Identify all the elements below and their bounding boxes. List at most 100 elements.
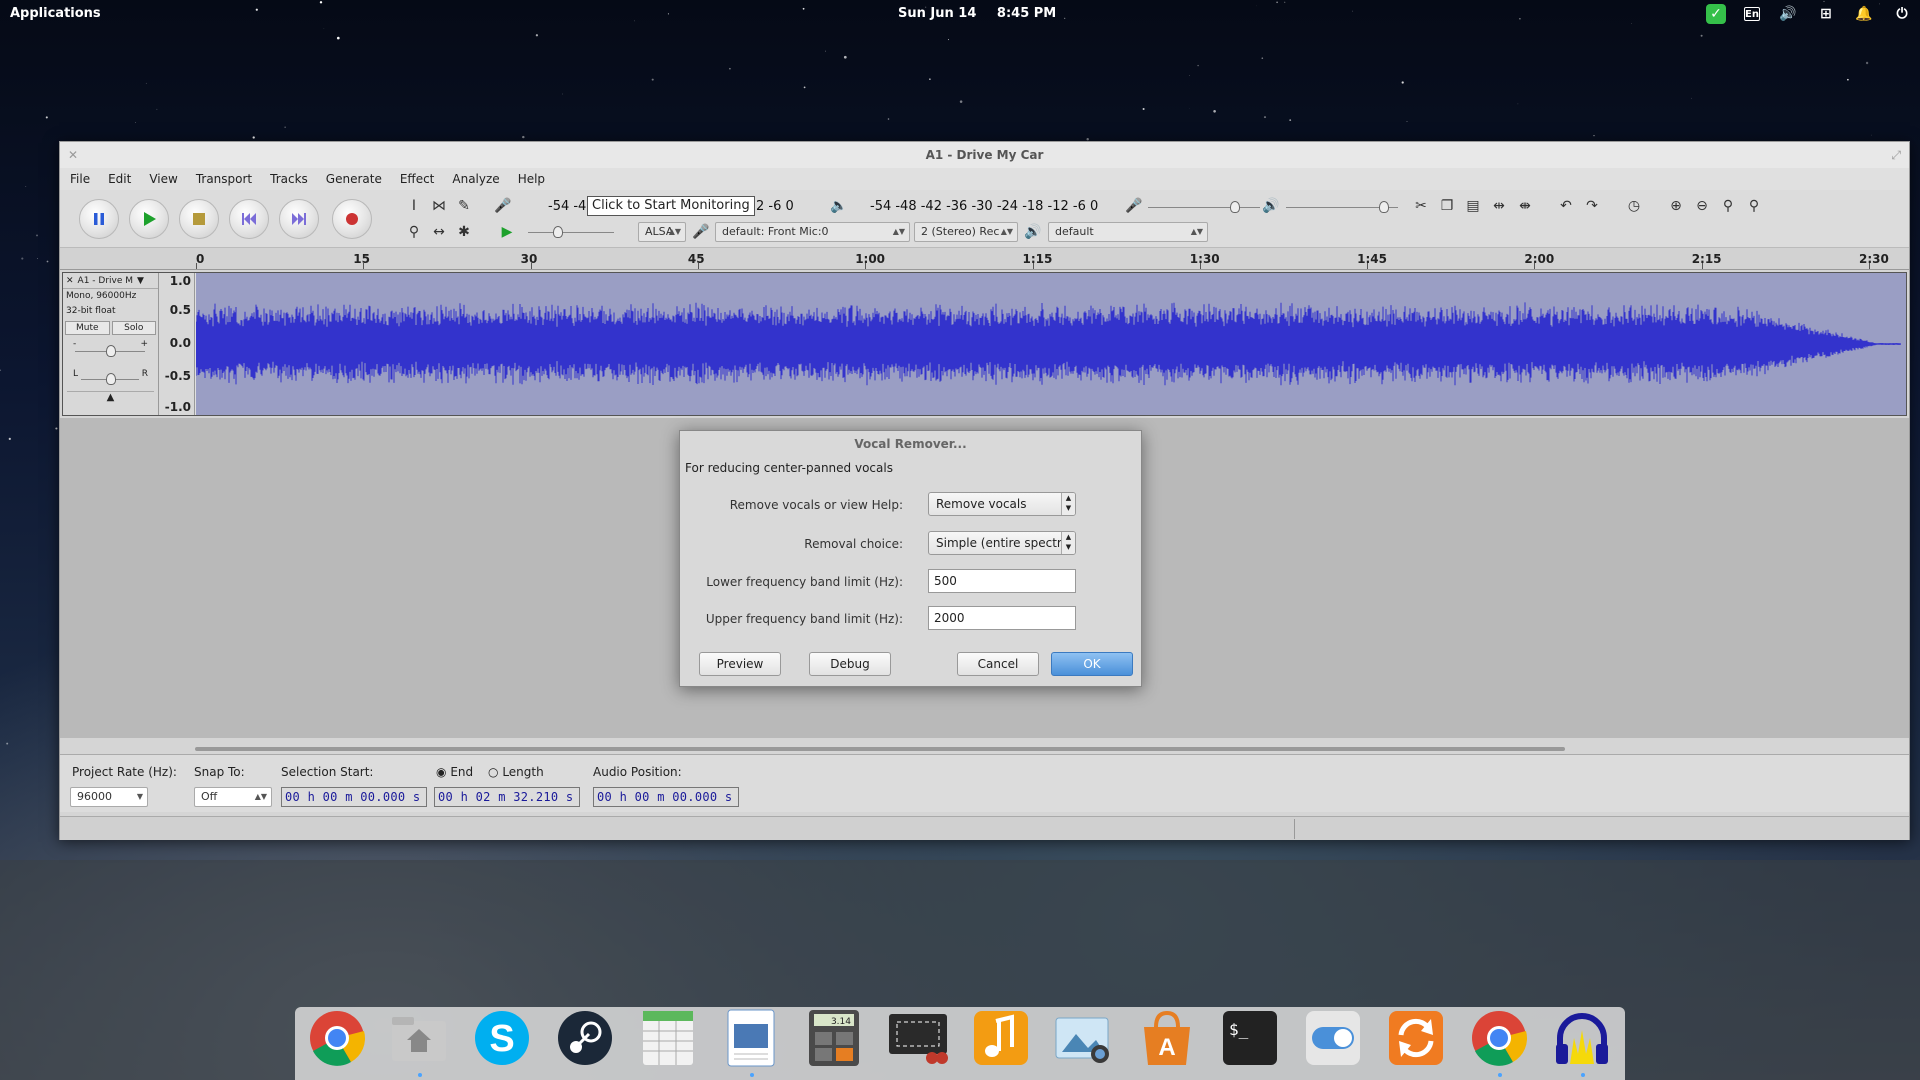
update-manager-icon[interactable] bbox=[1384, 1006, 1448, 1070]
app-store-icon[interactable]: A bbox=[1135, 1006, 1199, 1070]
power-icon[interactable]: ⏻ bbox=[1892, 4, 1912, 24]
multi-tool-icon[interactable]: ✱ bbox=[453, 221, 475, 243]
remove-vocals-select[interactable]: Remove vocals ▲ ▼ bbox=[928, 492, 1076, 516]
settings-toggle-icon[interactable] bbox=[1301, 1006, 1365, 1070]
calculator-icon[interactable]: 3.14 bbox=[802, 1006, 866, 1070]
play-at-speed-knob[interactable] bbox=[553, 226, 563, 238]
chrome-icon[interactable] bbox=[305, 1006, 369, 1070]
selection-tool-icon[interactable]: I bbox=[403, 195, 425, 217]
fit-project-icon[interactable]: ⚲ bbox=[1743, 195, 1765, 217]
end-radio[interactable]: ◉ End bbox=[436, 765, 473, 779]
fit-selection-icon[interactable]: ⚲ bbox=[1717, 195, 1739, 217]
menu-analyze[interactable]: Analyze bbox=[452, 172, 499, 186]
undo-icon[interactable]: ↶ bbox=[1555, 195, 1577, 217]
skype-icon[interactable]: S bbox=[470, 1006, 534, 1070]
pan-knob[interactable] bbox=[106, 373, 116, 385]
playback-meter-speaker-icon[interactable]: 🔈 bbox=[828, 195, 850, 217]
zoom-out-icon[interactable]: ⊖ bbox=[1691, 195, 1713, 217]
play-at-speed-icon[interactable]: ▶ bbox=[496, 221, 518, 243]
gain-knob[interactable] bbox=[106, 345, 116, 357]
sync-lock-icon[interactable]: ◷ bbox=[1623, 195, 1645, 217]
menu-tracks[interactable]: Tracks bbox=[270, 172, 308, 186]
project-rate-select[interactable]: 96000 ▼ bbox=[70, 787, 148, 807]
copy-icon[interactable]: ❐ bbox=[1436, 195, 1458, 217]
record-meter-mic-icon[interactable]: 🎤 bbox=[492, 195, 514, 217]
steam-icon[interactable] bbox=[553, 1006, 617, 1070]
document-viewer-icon[interactable] bbox=[719, 1006, 783, 1070]
network-icon[interactable]: ⊞ bbox=[1816, 4, 1836, 24]
chrome-icon-2[interactable] bbox=[1467, 1006, 1531, 1070]
photo-viewer-icon[interactable] bbox=[1052, 1006, 1116, 1070]
horizontal-scrollbar[interactable] bbox=[195, 747, 1565, 751]
notification-bell-icon[interactable]: 🔔 bbox=[1854, 4, 1874, 24]
waveform-display[interactable] bbox=[195, 273, 1906, 415]
menu-edit[interactable]: Edit bbox=[108, 172, 131, 186]
playback-device-select[interactable]: default ▲▼ bbox=[1048, 222, 1208, 242]
track-name-menu[interactable]: ✕ A1 - Drive M ▼ bbox=[63, 273, 158, 289]
zoom-in-icon[interactable]: ⊕ bbox=[1665, 195, 1687, 217]
recording-volume-slider[interactable] bbox=[1148, 207, 1260, 208]
screenshot-tool-icon[interactable] bbox=[886, 1006, 950, 1070]
collapse-track-icon[interactable]: ▲ bbox=[67, 391, 154, 403]
gain-slider[interactable]: - + bbox=[63, 337, 158, 365]
menu-effect[interactable]: Effect bbox=[400, 172, 435, 186]
cut-icon[interactable]: ✂ bbox=[1410, 195, 1432, 217]
playback-volume-knob[interactable] bbox=[1379, 201, 1389, 213]
debug-button[interactable]: Debug bbox=[809, 652, 891, 676]
home-folder-icon[interactable] bbox=[387, 1006, 451, 1070]
recording-volume-knob[interactable] bbox=[1230, 201, 1240, 213]
silence-icon[interactable]: ⇼ bbox=[1514, 195, 1536, 217]
recording-device-select[interactable]: default: Front Mic:0 ▲▼ bbox=[715, 222, 910, 242]
upper-frequency-input[interactable]: 2000 bbox=[928, 606, 1076, 630]
keyboard-layout-indicator[interactable]: En bbox=[1744, 7, 1760, 21]
preview-button[interactable]: Preview bbox=[699, 652, 781, 676]
pan-slider[interactable]: L R bbox=[63, 365, 158, 391]
close-icon[interactable]: ✕ bbox=[68, 142, 78, 168]
timeline-ruler[interactable]: 0 15 30 45 1:00 1:15 1:30 1:45 2:00 2:15… bbox=[60, 248, 1909, 270]
lower-frequency-input[interactable]: 500 bbox=[928, 569, 1076, 593]
maximize-icon[interactable]: ⤢ bbox=[1891, 142, 1901, 168]
dialog-title[interactable]: Vocal Remover... bbox=[680, 431, 1141, 457]
music-player-icon[interactable] bbox=[969, 1006, 1033, 1070]
pause-button[interactable] bbox=[79, 199, 119, 239]
trim-icon[interactable]: ⇹ bbox=[1488, 195, 1510, 217]
menu-transport[interactable]: Transport bbox=[196, 172, 252, 186]
audacity-headphones-icon[interactable] bbox=[1550, 1006, 1614, 1070]
removal-choice-select[interactable]: Simple (entire spectru ▲ ▼ bbox=[928, 531, 1076, 555]
recording-channels-select[interactable]: 2 (Stereo) Rec ▲▼ bbox=[914, 222, 1018, 242]
record-button[interactable] bbox=[332, 199, 372, 239]
playback-meter[interactable]: -54 -48 -42 -36 -30 -24 -18 -12 -6 0 bbox=[870, 196, 1098, 216]
selection-end-timecode[interactable]: 00 h 02 m 32.210 s bbox=[434, 787, 580, 807]
solo-button[interactable]: Solo bbox=[111, 321, 156, 335]
play-at-speed-slider[interactable] bbox=[528, 232, 614, 233]
window-titlebar[interactable]: ✕ A1 - Drive My Car ⤢ bbox=[60, 142, 1909, 168]
skip-to-start-button[interactable] bbox=[229, 199, 269, 239]
audio-host-select[interactable]: ALSA ▲▼ bbox=[638, 222, 686, 242]
spreadsheet-icon[interactable] bbox=[636, 1006, 700, 1070]
menu-generate[interactable]: Generate bbox=[326, 172, 382, 186]
checkmark-icon[interactable]: ✓ bbox=[1706, 4, 1726, 24]
skip-to-end-button[interactable] bbox=[279, 199, 319, 239]
audio-position-timecode[interactable]: 00 h 00 m 00.000 s bbox=[593, 787, 739, 807]
snap-to-select[interactable]: Off ▲▼ bbox=[194, 787, 272, 807]
envelope-tool-icon[interactable]: ⋈ bbox=[428, 195, 450, 217]
draw-tool-icon[interactable]: ✎ bbox=[453, 195, 475, 217]
timeshift-tool-icon[interactable]: ↔ bbox=[428, 221, 450, 243]
redo-icon[interactable]: ↷ bbox=[1581, 195, 1603, 217]
ok-button[interactable]: OK bbox=[1051, 652, 1133, 676]
volume-icon[interactable]: 🔊 bbox=[1778, 4, 1798, 24]
menu-help[interactable]: Help bbox=[518, 172, 545, 186]
record-meter[interactable]: -54 -4 bbox=[548, 196, 586, 216]
track-close-icon[interactable]: ✕ bbox=[66, 276, 74, 286]
zoom-tool-icon[interactable]: ⚲ bbox=[403, 221, 425, 243]
stop-button[interactable] bbox=[179, 199, 219, 239]
menu-view[interactable]: View bbox=[149, 172, 177, 186]
clock[interactable]: Sun Jun 14 8:45 PM bbox=[898, 6, 1072, 21]
mute-button[interactable]: Mute bbox=[65, 321, 110, 335]
menu-file[interactable]: File bbox=[70, 172, 90, 186]
paste-icon[interactable]: ▤ bbox=[1462, 195, 1484, 217]
selection-start-timecode[interactable]: 00 h 00 m 00.000 s bbox=[281, 787, 427, 807]
cancel-button[interactable]: Cancel bbox=[957, 652, 1039, 676]
applications-menu[interactable]: Applications bbox=[10, 6, 101, 21]
terminal-icon[interactable]: $_ bbox=[1218, 1006, 1282, 1070]
